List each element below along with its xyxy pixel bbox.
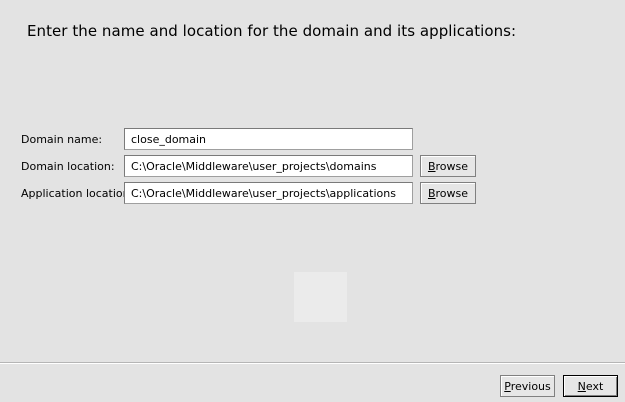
browse-label-rest: rowse bbox=[435, 186, 469, 200]
next-button[interactable]: Next bbox=[563, 375, 618, 397]
browse-mnemonic: B bbox=[427, 186, 436, 200]
application-location-browse-button[interactable]: Browse bbox=[420, 182, 476, 204]
next-label-rest: ext bbox=[585, 379, 604, 393]
domain-location-label: Domain location: bbox=[21, 160, 115, 173]
footer-separator bbox=[0, 362, 625, 364]
previous-label-rest: revious bbox=[510, 379, 551, 393]
domain-name-label: Domain name: bbox=[21, 133, 103, 146]
previous-button[interactable]: Previous bbox=[500, 375, 555, 397]
domain-name-field[interactable] bbox=[124, 128, 413, 150]
image-placeholder bbox=[294, 272, 347, 322]
browse-label-rest: rowse bbox=[435, 159, 469, 173]
next-mnemonic: N bbox=[577, 379, 586, 393]
domain-location-browse-button[interactable]: Browse bbox=[420, 155, 476, 177]
application-location-label: Application location: bbox=[21, 187, 134, 200]
page-title: Enter the name and location for the doma… bbox=[27, 22, 517, 40]
application-location-field[interactable] bbox=[124, 182, 413, 204]
domain-location-field[interactable] bbox=[124, 155, 413, 177]
browse-mnemonic: B bbox=[427, 159, 436, 173]
